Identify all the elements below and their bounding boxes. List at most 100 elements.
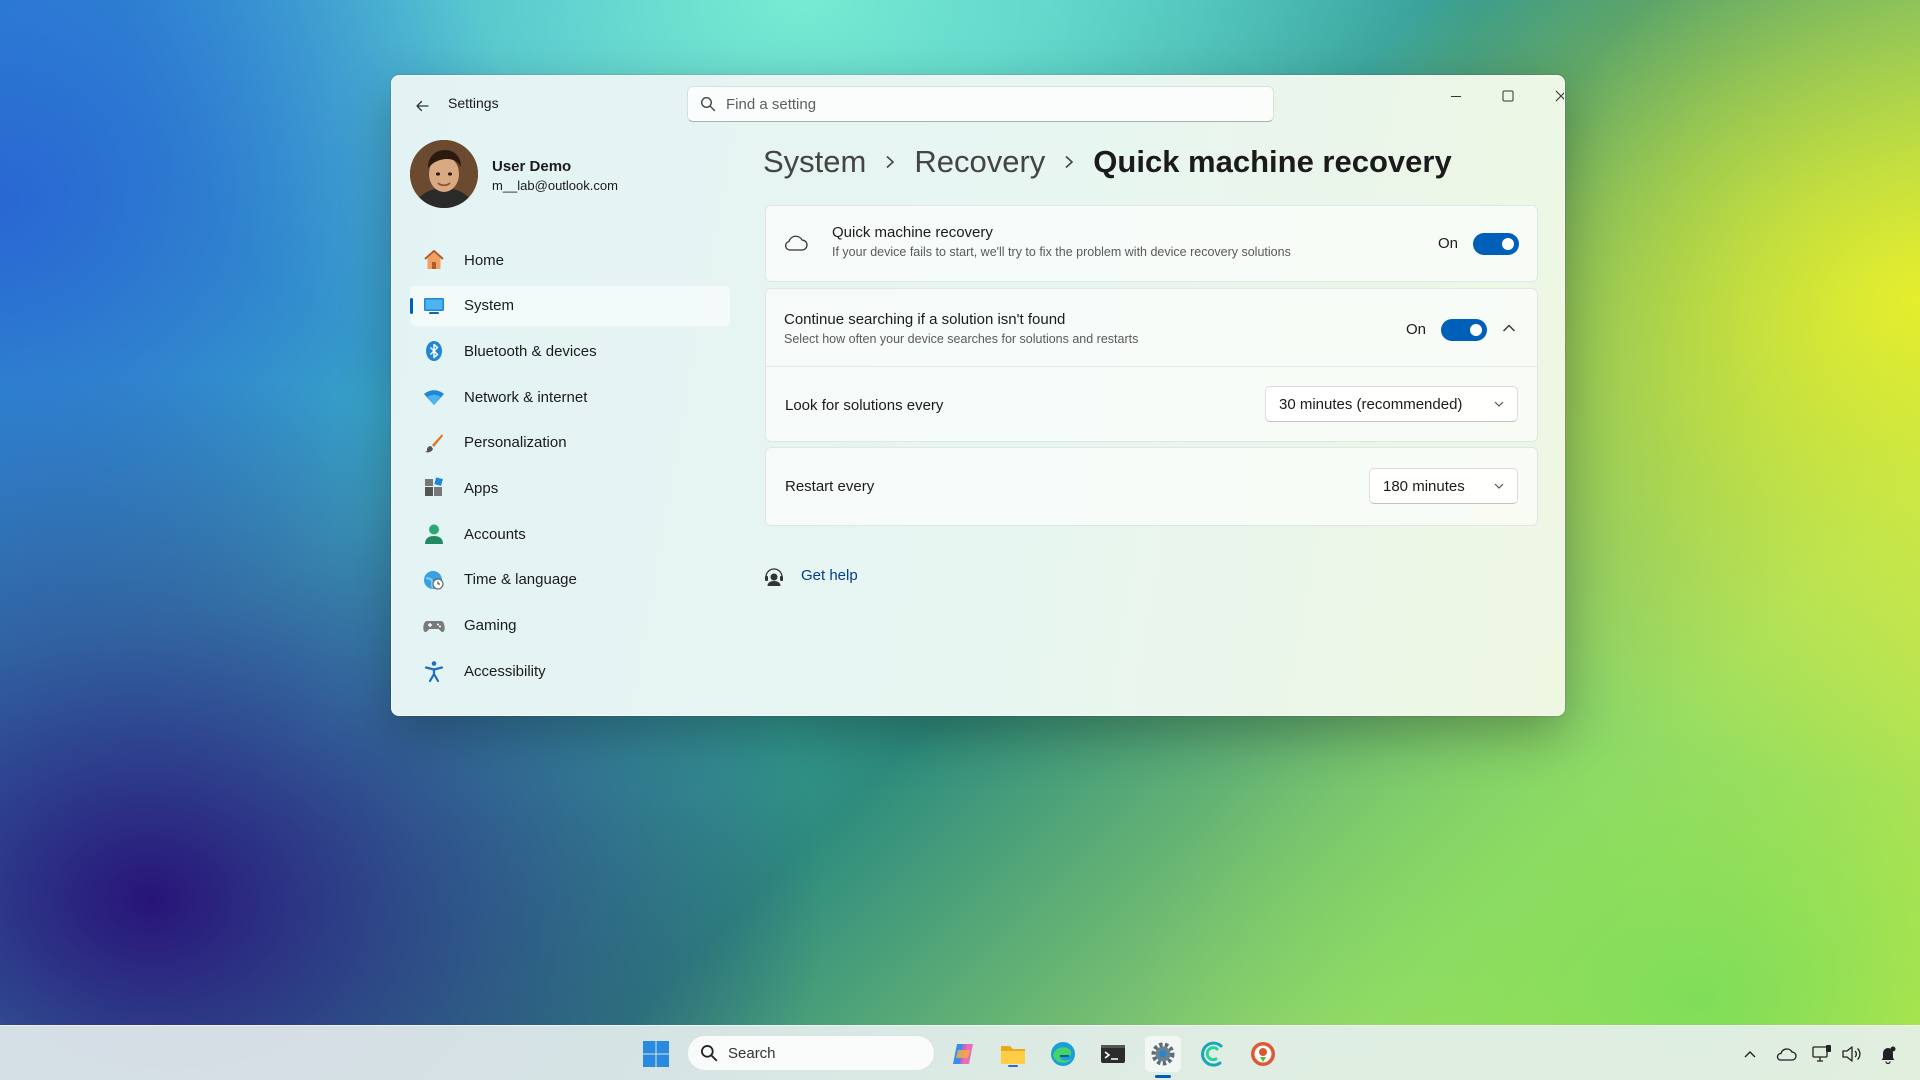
- sidebar-item-bluetooth[interactable]: Bluetooth & devices: [410, 331, 730, 371]
- copilot-button[interactable]: [945, 1036, 981, 1072]
- sidebar-item-system[interactable]: System: [410, 285, 730, 326]
- notifications-button[interactable]: [1874, 1040, 1902, 1068]
- minimize-button[interactable]: [1434, 82, 1478, 110]
- qmr-card: Quick machine recovery If your device fa…: [765, 205, 1538, 282]
- app-title: Settings: [448, 95, 499, 111]
- settings-taskbar-button[interactable]: [1145, 1036, 1181, 1072]
- chevron-right-icon: [1063, 155, 1075, 169]
- sidebar-item-label: Time & language: [464, 571, 577, 589]
- sidebar-item-apps[interactable]: Apps: [410, 468, 730, 508]
- app-button[interactable]: [1195, 1036, 1231, 1072]
- card-divider: [766, 366, 1537, 367]
- maximize-icon: [1502, 90, 1514, 102]
- toggle-knob: [1470, 324, 1482, 336]
- windows-logo-icon: [643, 1041, 669, 1067]
- sidebar-item-label: Accounts: [464, 525, 526, 543]
- continue-description: Select how often your device searches fo…: [784, 332, 1139, 346]
- avatar[interactable]: [410, 140, 478, 208]
- sidebar-item-label: System: [464, 297, 515, 315]
- taskbar-search-label: Search: [728, 1044, 776, 1062]
- chevron-up-icon[interactable]: [1502, 323, 1516, 333]
- continue-state-label: On: [1406, 321, 1427, 338]
- get-help-link[interactable]: Get help: [801, 567, 858, 584]
- qmr-title: Quick machine recovery: [832, 224, 993, 241]
- user-email: m__lab@outlook.com: [492, 178, 618, 193]
- terminal-button[interactable]: [1095, 1036, 1131, 1072]
- home-icon: [422, 248, 446, 272]
- sidebar-item-accounts[interactable]: Accounts: [410, 514, 730, 554]
- gamepad-icon: [422, 614, 446, 638]
- look-for-label: Look for solutions every: [785, 397, 944, 414]
- wifi-icon: [422, 385, 446, 409]
- close-button[interactable]: [1539, 82, 1564, 110]
- search-input[interactable]: [726, 95, 1246, 113]
- continue-title: Continue searching if a solution isn't f…: [784, 311, 1066, 328]
- brush-icon: [422, 431, 446, 455]
- cloud-icon: [784, 235, 808, 251]
- sidebar-item-label: Network & internet: [464, 388, 588, 406]
- file-explorer-button[interactable]: [995, 1036, 1031, 1072]
- sidebar-item-gaming[interactable]: Gaming: [410, 606, 730, 646]
- sidebar-item-label: Gaming: [464, 617, 517, 634]
- restart-value: 180 minutes: [1383, 477, 1465, 495]
- page-title: Quick machine recovery: [1093, 144, 1452, 179]
- settings-window: Settings User Demo m__lab@outlook.com: [391, 75, 1565, 716]
- start-button[interactable]: [638, 1036, 674, 1072]
- sidebar-item-time-language[interactable]: Time & language: [410, 560, 730, 600]
- sidebar-item-label: Home: [464, 251, 505, 269]
- duck-icon: [1251, 1042, 1275, 1066]
- restart-label: Restart every: [785, 478, 875, 495]
- help-person-icon: [765, 568, 783, 586]
- terminal-icon: [1101, 1045, 1125, 1063]
- qmr-description: If your device fails to start, we'll try…: [832, 245, 1291, 259]
- sidebar-nav: Home System Bluetooth & devices Network …: [410, 240, 730, 697]
- chevron-right-icon: [884, 155, 896, 169]
- look-for-value: 30 minutes (recommended): [1279, 395, 1463, 413]
- qmr-toggle[interactable]: [1473, 233, 1519, 255]
- speaker-icon: [1842, 1046, 1861, 1062]
- volume-button[interactable]: [1838, 1040, 1866, 1068]
- copilot-icon: [953, 1044, 973, 1064]
- breadcrumb-system[interactable]: System: [763, 144, 866, 180]
- duckduckgo-button[interactable]: [1245, 1036, 1281, 1072]
- sidebar-item-label: Personalization: [464, 434, 567, 452]
- chevron-down-icon: [1494, 483, 1504, 489]
- sidebar-item-network[interactable]: Network & internet: [410, 377, 730, 417]
- continue-toggle[interactable]: [1441, 319, 1487, 341]
- gear-icon: [1151, 1042, 1175, 1066]
- continue-searching-card: Continue searching if a solution isn't f…: [765, 288, 1538, 442]
- onedrive-button[interactable]: [1772, 1040, 1800, 1068]
- settings-search[interactable]: [687, 86, 1274, 122]
- sidebar-item-accessibility[interactable]: Accessibility: [410, 651, 730, 691]
- monitor-network-icon: [1812, 1045, 1831, 1062]
- network-button[interactable]: [1808, 1040, 1836, 1068]
- show-hidden-icons-button[interactable]: [1736, 1040, 1764, 1068]
- user-name: User Demo: [492, 158, 572, 175]
- restart-dropdown[interactable]: 180 minutes: [1369, 468, 1518, 504]
- taskbar-search[interactable]: Search: [687, 1035, 935, 1071]
- qmr-state-label: On: [1438, 235, 1459, 252]
- toggle-knob: [1502, 238, 1514, 250]
- chevron-up-icon: [1744, 1051, 1756, 1058]
- taskbar: Search: [0, 1025, 1920, 1080]
- maximize-button[interactable]: [1486, 82, 1530, 110]
- bell-icon: [1881, 1046, 1896, 1064]
- edge-button[interactable]: [1045, 1036, 1081, 1072]
- look-for-dropdown[interactable]: 30 minutes (recommended): [1265, 386, 1518, 422]
- apps-icon: [422, 476, 446, 500]
- back-arrow-icon: [416, 100, 429, 112]
- system-icon: [422, 294, 446, 318]
- back-button[interactable]: [408, 92, 436, 120]
- user-portrait-icon: [410, 140, 478, 208]
- accessibility-icon: [422, 659, 446, 683]
- edge-browser-icon: [1051, 1042, 1075, 1066]
- sidebar-item-label: Apps: [464, 479, 499, 497]
- account-icon: [422, 522, 446, 546]
- cloud-icon: [1776, 1048, 1797, 1061]
- sidebar-item-home[interactable]: Home: [410, 240, 730, 280]
- bluetooth-icon: [422, 339, 446, 363]
- breadcrumb-recovery[interactable]: Recovery: [914, 144, 1045, 180]
- restart-card: Restart every 180 minutes: [765, 447, 1538, 526]
- minimize-icon: [1451, 96, 1461, 97]
- sidebar-item-personalization[interactable]: Personalization: [410, 423, 730, 463]
